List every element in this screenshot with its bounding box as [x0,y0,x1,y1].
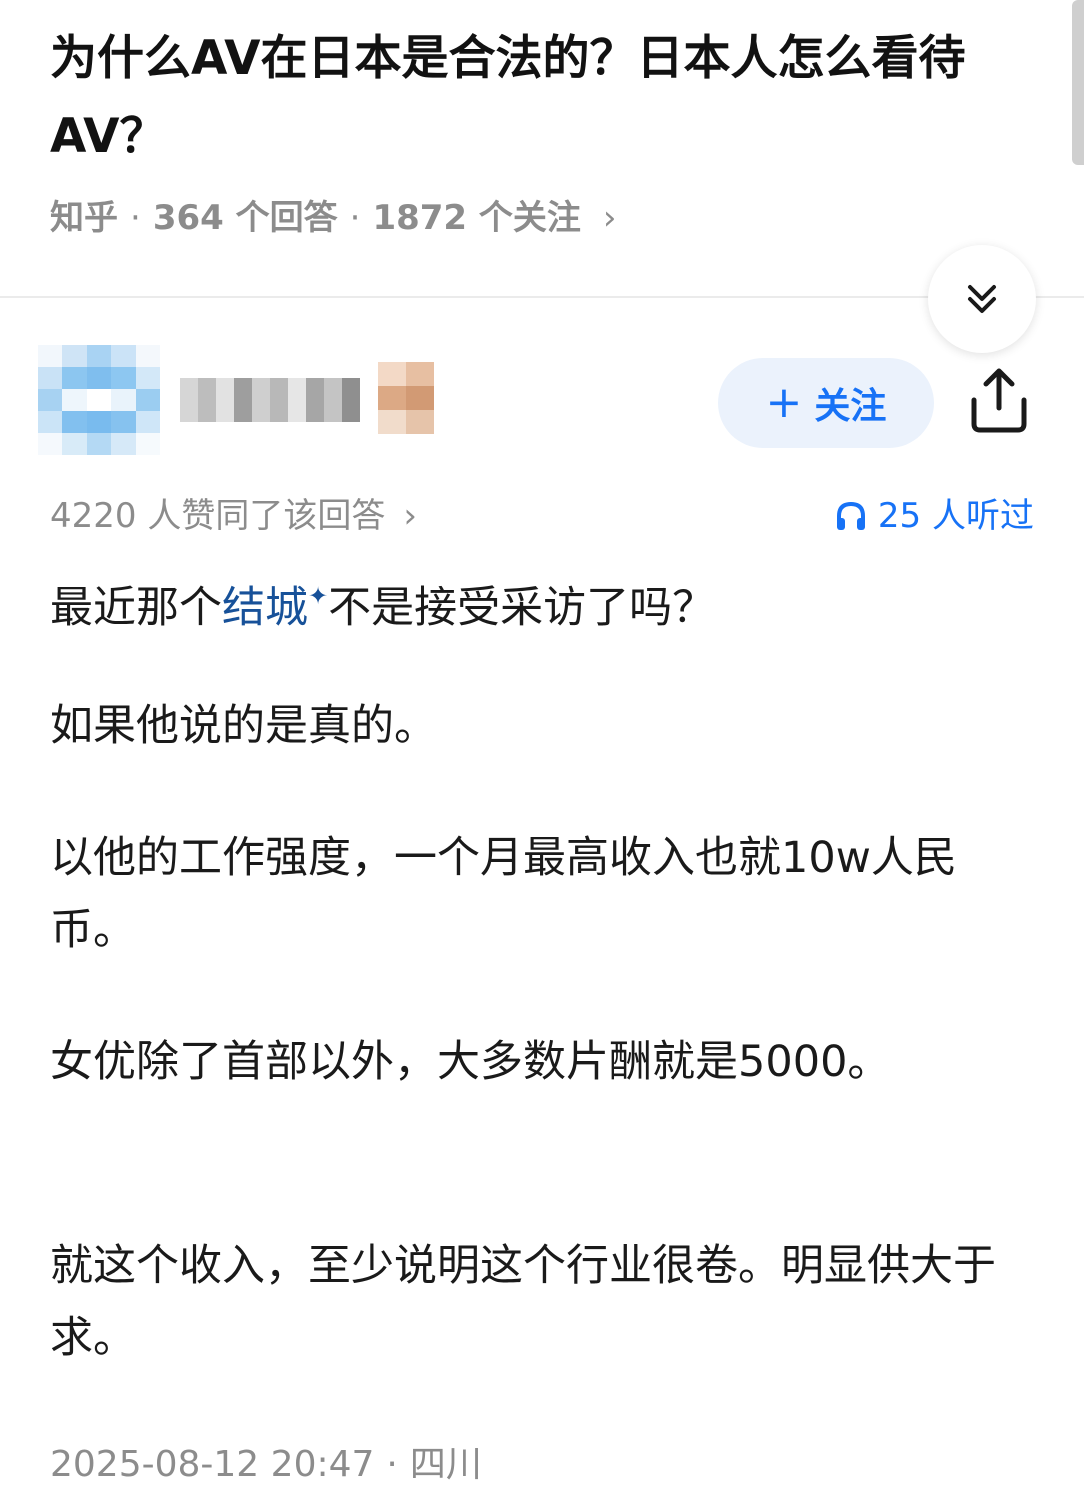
timestamp-separator: · [386,1444,398,1485]
entity-link-text: 结城 [222,583,308,633]
answer-paragraph: 女优除了首部以外，大多数片酬就是5000。 [50,1037,891,1087]
answer-paragraph: 如果他说的是真的。 [50,701,437,751]
listen-button[interactable]: 25 人听过 [834,490,1034,542]
author-badge [378,362,434,434]
entity-link[interactable]: 结城✦ [222,582,329,633]
meta-separator: · [130,198,141,238]
answer-paragraph: 以他的工作强度，一个月最高收入也就10w人民币。 [50,833,957,955]
scrollbar[interactable] [1072,0,1084,165]
listen-count: 25 人听过 [877,496,1034,536]
plus-icon: + [765,377,803,428]
divider [0,296,1084,298]
chevron-right-icon: › [602,198,617,238]
answer-paragraph: 就这个收入，至少说明这个行业很卷。明显供大于求。 [50,1241,996,1363]
question-meta[interactable]: 知乎 · 364 个回答 · 1872 个关注 › [50,190,617,246]
share-icon[interactable] [966,366,1032,436]
follow-label: 关注 [814,386,887,427]
meta-separator: · [349,198,361,238]
question-title[interactable]: 为什么AV在日本是合法的？日本人怎么看待AV？ [50,20,1050,176]
answer-location: 四川 [409,1444,482,1485]
avatar[interactable] [38,345,160,455]
double-chevron-down-icon [968,285,996,313]
source-label: 知乎 [50,198,118,238]
follow-button[interactable]: + 关注 [718,358,934,448]
headphones-icon [836,501,865,530]
paragraph-text: 不是接受采访了吗？ [328,583,716,633]
answer-paragraph: 最近那个结城✦不是接受采访了吗？ [50,560,715,644]
votes-summary[interactable]: 4220 人赞同了该回答 › [50,490,417,542]
answers-count: 364 个回答 [152,198,338,238]
collapse-button[interactable] [928,245,1036,353]
answer-date: 2025-08-12 20:47 [50,1444,375,1485]
answer-timestamp: 2025-08-12 20:47 · 四川 [50,1438,482,1492]
paragraph-text: 最近那个 [50,583,222,633]
followers-count: 1872 个关注 [372,198,581,238]
author-name[interactable] [180,378,360,422]
entity-link-mark-icon: ✦ [308,582,329,610]
votes-text: 4220 人赞同了该回答 [50,496,386,536]
chevron-right-icon: › [403,496,417,536]
